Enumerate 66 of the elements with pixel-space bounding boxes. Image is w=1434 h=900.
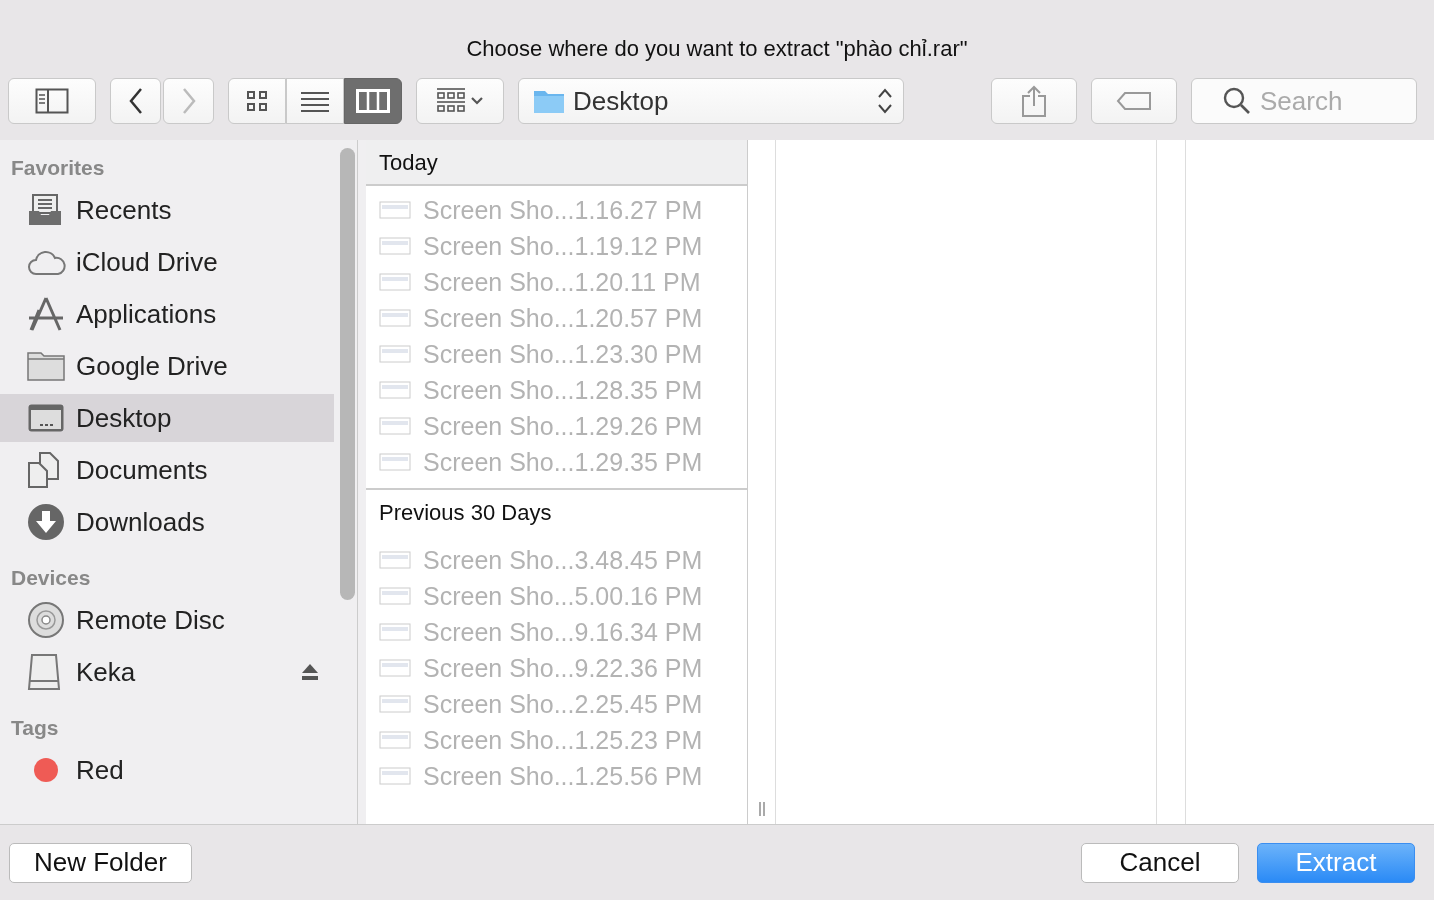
dialog-button[interactable]: Extract: [1257, 842, 1415, 883]
group-heading: Today: [366, 140, 747, 186]
documents-icon: [27, 451, 61, 489]
thumbnail-icon: [379, 584, 411, 608]
list-icon: [300, 90, 330, 112]
thumbnail-icon: [379, 656, 411, 680]
sidebar-item[interactable]: Google Drive: [0, 342, 334, 390]
window-title: Choose where do you want to extract "phào chỉ.rar": [465, 35, 969, 63]
search-field[interactable]: Search: [1191, 78, 1417, 124]
app-store-icon: [27, 296, 65, 332]
search-icon: [1223, 87, 1251, 115]
thumbnail-icon: [379, 306, 411, 330]
tag-icon: [1116, 91, 1152, 111]
column-resize-handle[interactable]: [758, 802, 765, 816]
view-mode-button[interactable]: [344, 78, 402, 124]
thumbnail-icon: [379, 692, 411, 716]
columns-icon: [356, 89, 390, 113]
tray-icon: [27, 193, 63, 227]
thumbnail-icon: [379, 414, 411, 438]
sidebar-item[interactable]: Recents: [0, 186, 334, 234]
updown-chevron-icon: [877, 87, 893, 115]
sidebar-section-heading: Tags: [10, 716, 60, 741]
thumbnail-icon: [379, 270, 411, 294]
sidebar-item[interactable]: Remote Disc: [0, 596, 334, 644]
share-button[interactable]: [991, 78, 1077, 124]
cloud-icon: [27, 248, 67, 276]
back-button[interactable]: [110, 78, 161, 124]
thumbnail-icon: [379, 198, 411, 222]
thumbnail-icon: [379, 234, 411, 258]
thumbnail-icon: [379, 548, 411, 572]
dialog-button[interactable]: Cancel: [1081, 842, 1239, 883]
sidebar-section-heading: Favorites: [10, 156, 106, 181]
thumbnail-icon: [379, 728, 411, 752]
group-by-icon: [436, 88, 484, 114]
sidebar-item[interactable]: Documents: [0, 446, 334, 494]
share-icon: [1021, 85, 1047, 117]
download-icon: [27, 503, 65, 541]
sidebar-item[interactable]: iCloud Drive: [0, 238, 334, 286]
thumbnail-icon: [379, 450, 411, 474]
group-button[interactable]: [416, 78, 504, 124]
sidebar-item[interactable]: Desktop: [0, 394, 334, 442]
scrollbar[interactable]: [340, 148, 355, 600]
thumbnail-icon: [379, 342, 411, 366]
chevron-left-icon: [127, 87, 144, 115]
thumbnail-icon: [379, 764, 411, 788]
sidebar-item[interactable]: Red: [0, 746, 334, 794]
desktop-icon: [27, 403, 65, 433]
thumbnail-icon: [379, 378, 411, 402]
dialog-button[interactable]: New Folder: [9, 842, 192, 883]
group-heading: Previous 30 Days: [378, 499, 553, 527]
thumbnail-icon: [379, 620, 411, 644]
sidebar-icon: [35, 88, 69, 114]
sidebar-item[interactable]: Downloads: [0, 498, 334, 546]
sidebar-item[interactable]: Applications: [0, 290, 334, 338]
sidebar-section-heading: Devices: [10, 566, 92, 591]
sidebar-toggle-button[interactable]: [8, 78, 96, 124]
chevron-right-icon: [180, 87, 197, 115]
drive-icon: [27, 653, 61, 691]
tag-button[interactable]: [1091, 78, 1177, 124]
sidebar-item[interactable]: Keka: [0, 648, 334, 696]
folder-icon: [533, 88, 565, 114]
folder-icon: [27, 351, 65, 381]
grid-icon: [246, 90, 268, 112]
eject-icon[interactable]: [300, 662, 320, 682]
disc-icon: [27, 601, 65, 639]
location-popup[interactable]: Desktop: [518, 78, 904, 124]
